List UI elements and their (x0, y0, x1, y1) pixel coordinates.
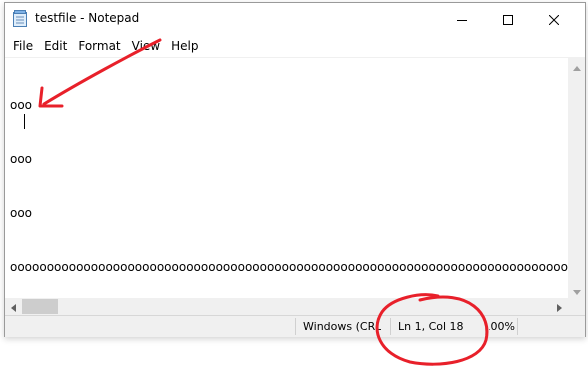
text-editor[interactable]: ooo ooo ooo oooooooooooooooooooooooooooo… (5, 57, 568, 299)
editor-line: ooo (10, 98, 33, 112)
status-divider (295, 318, 296, 335)
status-divider (517, 318, 518, 335)
maximize-button[interactable] (485, 3, 531, 35)
scroll-left-button[interactable] (5, 298, 22, 315)
menu-format[interactable]: Format (74, 36, 124, 56)
vertical-scrollbar[interactable] (568, 57, 585, 298)
notepad-icon (13, 10, 27, 27)
horizontal-scroll-thumb[interactable] (22, 299, 58, 314)
size-grip[interactable] (568, 298, 585, 315)
status-bar: Windows (CRLF) Ln 1, Col 18 100% (5, 315, 585, 337)
window-title: testfile - Notepad (35, 11, 140, 25)
status-zoom: 100% (489, 320, 515, 333)
menu-file[interactable]: File (9, 36, 37, 56)
editor-line: ooo (10, 206, 33, 220)
title-bar[interactable]: testfile - Notepad (5, 3, 585, 35)
menu-view[interactable]: View (128, 36, 164, 56)
chevron-down-icon (572, 280, 581, 299)
minimize-icon (457, 10, 467, 29)
close-icon (548, 10, 560, 29)
editor-line: oooooooooooooooooooooooooooooooooooooooo… (10, 260, 568, 274)
editor-line: ooo (10, 152, 33, 166)
scroll-down-button[interactable] (568, 281, 585, 298)
scroll-up-button[interactable] (568, 57, 585, 74)
horizontal-scrollbar[interactable] (5, 298, 568, 315)
status-line-ending: Windows (CRLF) (303, 320, 381, 333)
menu-bar: File Edit Format View Help (5, 35, 585, 57)
menu-edit[interactable]: Edit (40, 36, 71, 56)
notepad-window: testfile - Notepad File Edit Format View… (4, 2, 586, 337)
chevron-left-icon (11, 297, 16, 316)
scroll-right-button[interactable] (551, 298, 568, 315)
menu-help[interactable]: Help (167, 36, 202, 56)
text-caret (24, 114, 25, 129)
maximize-icon (503, 10, 513, 29)
chevron-right-icon (557, 297, 562, 316)
status-divider (485, 318, 486, 335)
editor-content[interactable]: ooo ooo ooo oooooooooooooooooooooooooooo… (10, 60, 568, 299)
close-button[interactable] (531, 3, 577, 35)
status-divider (390, 318, 391, 335)
chevron-up-icon (572, 56, 581, 75)
status-cursor-position: Ln 1, Col 18 (398, 320, 464, 333)
minimize-button[interactable] (439, 3, 485, 35)
